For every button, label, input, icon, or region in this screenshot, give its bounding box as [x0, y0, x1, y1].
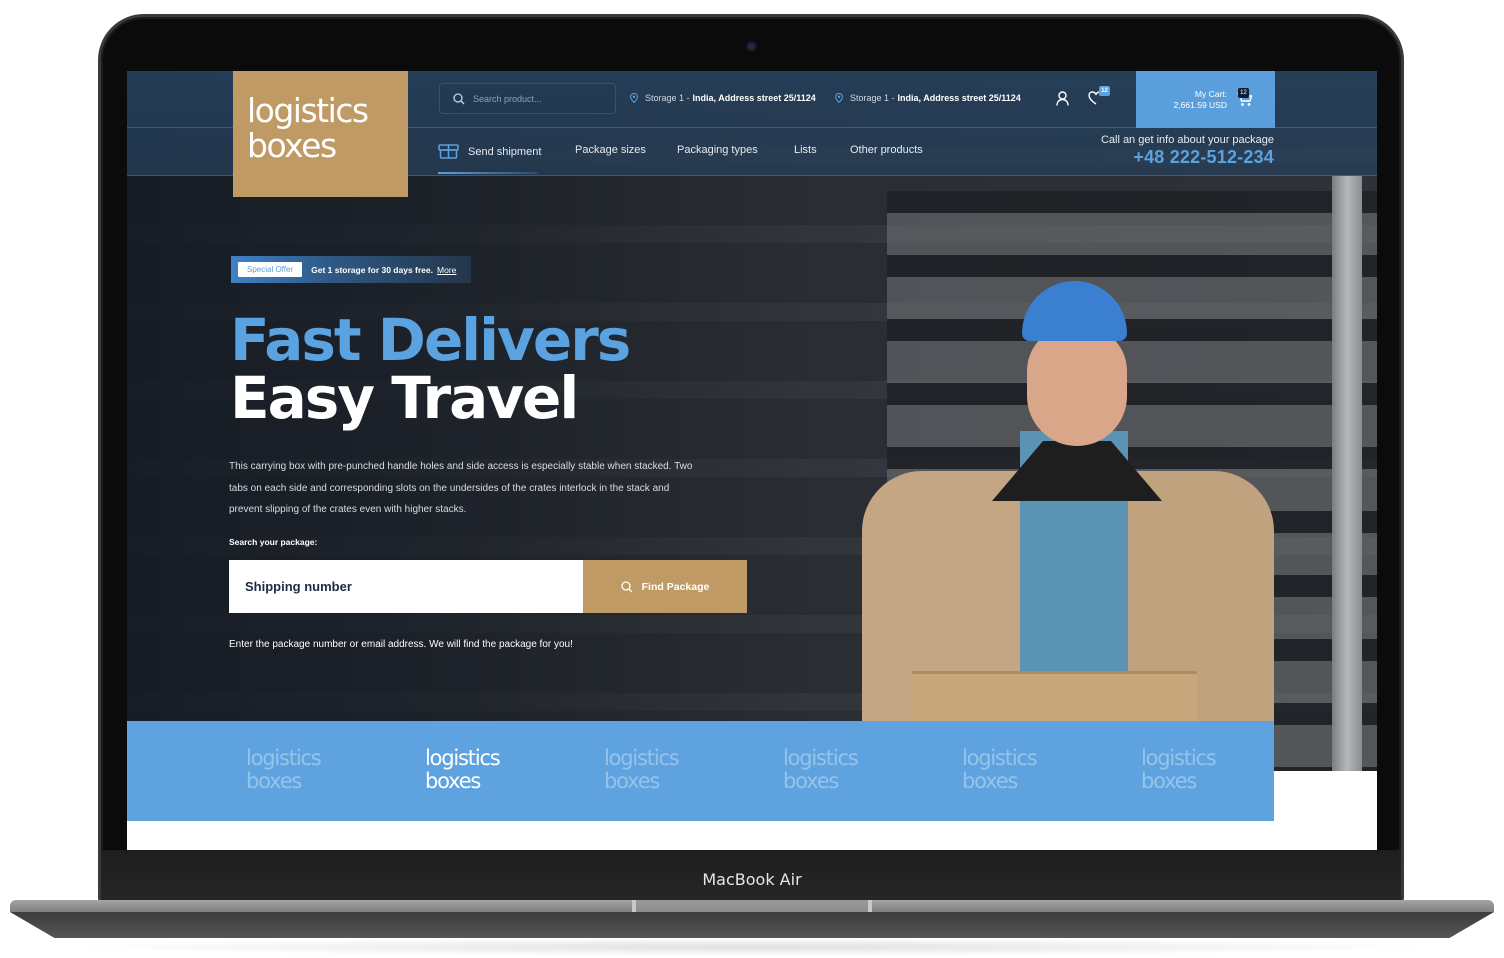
cart-count-badge: 12 — [1238, 88, 1249, 98]
search-icon — [453, 92, 465, 104]
cart-label: My Cart: — [1194, 88, 1227, 99]
brand-line-2: boxes — [783, 769, 839, 793]
brand-line-1: logistics — [425, 746, 501, 770]
laptop-base-bottom — [10, 912, 1494, 938]
hero-title-line-1: Fast Delivers — [230, 306, 631, 374]
brand-line-1: logistics — [962, 746, 1038, 770]
special-offer-more-link[interactable]: More — [437, 265, 456, 275]
nav-label: Packaging types — [677, 144, 758, 156]
storage-address: India, Address street 25/1124 — [692, 93, 816, 103]
box-icon — [438, 144, 459, 159]
cart-amount: 2,661.59 USD — [1173, 99, 1227, 110]
special-offer-tag: Special Offer — [238, 262, 303, 277]
brand-logo[interactable]: logistics boxes — [783, 746, 859, 793]
product-search[interactable] — [439, 83, 616, 114]
search-icon — [620, 580, 633, 592]
brand-line-2: boxes — [246, 769, 302, 793]
laptop-hinge-notch — [632, 900, 872, 912]
call-label: Call an get info about your package — [1100, 134, 1274, 146]
nav-item-lists[interactable]: Lists — [794, 144, 817, 156]
nav-active-indicator — [438, 172, 538, 174]
find-package-button[interactable]: Find Package — [583, 560, 747, 613]
brand-logo[interactable]: logistics boxes — [246, 746, 322, 793]
wishlist-button[interactable]: 12 — [1086, 86, 1110, 108]
cart-summary: My Cart: 2,661.59 USD — [1174, 89, 1227, 111]
brand-logo[interactable]: logistics boxes — [962, 746, 1038, 793]
collar — [992, 441, 1162, 501]
brand-line-2: boxes — [604, 769, 660, 793]
map-pin-icon — [835, 93, 843, 103]
find-package-label: Find Package — [641, 580, 710, 593]
package-search-label: Search your package: — [229, 537, 318, 547]
nav-item-other-products[interactable]: Other products — [850, 144, 923, 156]
nav-item-send-shipment[interactable]: Send shipment — [438, 144, 541, 159]
nav-label: Other products — [850, 144, 923, 156]
brand-logo[interactable]: logistics boxes — [1141, 746, 1217, 793]
webpage-screen: Storage 1 - India, Address street 25/112… — [127, 71, 1377, 850]
pillar-background — [1332, 176, 1362, 771]
special-offer-banner: Special Offer Get 1 storage for 30 days … — [231, 256, 471, 283]
hero-title: Fast Delivers Easy Travel — [230, 306, 631, 432]
brand-line-2: boxes — [1141, 769, 1197, 793]
nav-item-package-sizes[interactable]: Package sizes — [575, 144, 646, 156]
search-hint: Enter the package number or email addres… — [229, 639, 573, 650]
brand-line-1: logistics — [246, 746, 322, 770]
brand-line-2: boxes — [962, 769, 1018, 793]
map-pin-icon — [630, 93, 638, 103]
nav-label: Package sizes — [575, 144, 646, 156]
cart-button[interactable]: My Cart: 2,661.59 USD 12 — [1136, 71, 1275, 128]
brand-line-1: logistics — [604, 746, 680, 770]
face — [1027, 326, 1127, 446]
storage-address: India, Address street 25/1124 — [897, 93, 1021, 103]
account-button[interactable] — [1052, 88, 1072, 108]
brand-line-2: boxes — [425, 769, 481, 793]
call-info: Call an get info about your package +48 … — [1101, 134, 1274, 168]
storage-location-1[interactable]: Storage 1 - India, Address street 25/112… — [630, 93, 816, 103]
storage-label: Storage 1 - — [645, 93, 690, 103]
page-background — [1274, 771, 1377, 850]
logo-line-2: boxes — [247, 126, 337, 165]
user-icon — [1055, 90, 1069, 106]
hero-title-line-2: Easy Travel — [230, 364, 579, 432]
storage-label: Storage 1 - — [850, 93, 895, 103]
storage-location-2[interactable]: Storage 1 - India, Address street 25/112… — [835, 93, 1021, 103]
page-bottom-area — [127, 821, 1377, 850]
laptop-shadow — [60, 938, 1444, 956]
shipping-number-input[interactable] — [229, 560, 583, 613]
phone-number-link[interactable]: +48 222-512-234 — [1101, 147, 1274, 168]
device-mockup: Storage 1 - India, Address street 25/112… — [0, 0, 1504, 958]
nav-item-packaging-types[interactable]: Packaging types — [677, 144, 758, 156]
search-input[interactable] — [473, 93, 593, 104]
camera-icon — [748, 43, 755, 50]
site-logo[interactable]: logistics boxes — [233, 71, 408, 197]
brand-logo[interactable]: logistics boxes — [604, 746, 680, 793]
partner-brands-strip: logistics boxes logistics boxes logistics b… — [127, 721, 1274, 821]
nav-label: Send shipment — [468, 145, 542, 158]
special-offer-text: Get 1 storage for 30 days free. — [311, 264, 433, 275]
logo-line-1: logistics — [247, 91, 369, 130]
hero-description: This carrying box with pre-punched handl… — [229, 461, 693, 515]
nav-label: Lists — [794, 144, 817, 156]
brand-logo-active[interactable]: logistics boxes — [425, 746, 501, 793]
brand-line-1: logistics — [783, 746, 859, 770]
brand-line-1: logistics — [1141, 746, 1217, 770]
wishlist-count-badge: 12 — [1099, 86, 1110, 96]
cap — [1022, 281, 1127, 341]
delivery-man-image — [852, 281, 1274, 771]
device-label: MacBook Air — [702, 870, 802, 889]
